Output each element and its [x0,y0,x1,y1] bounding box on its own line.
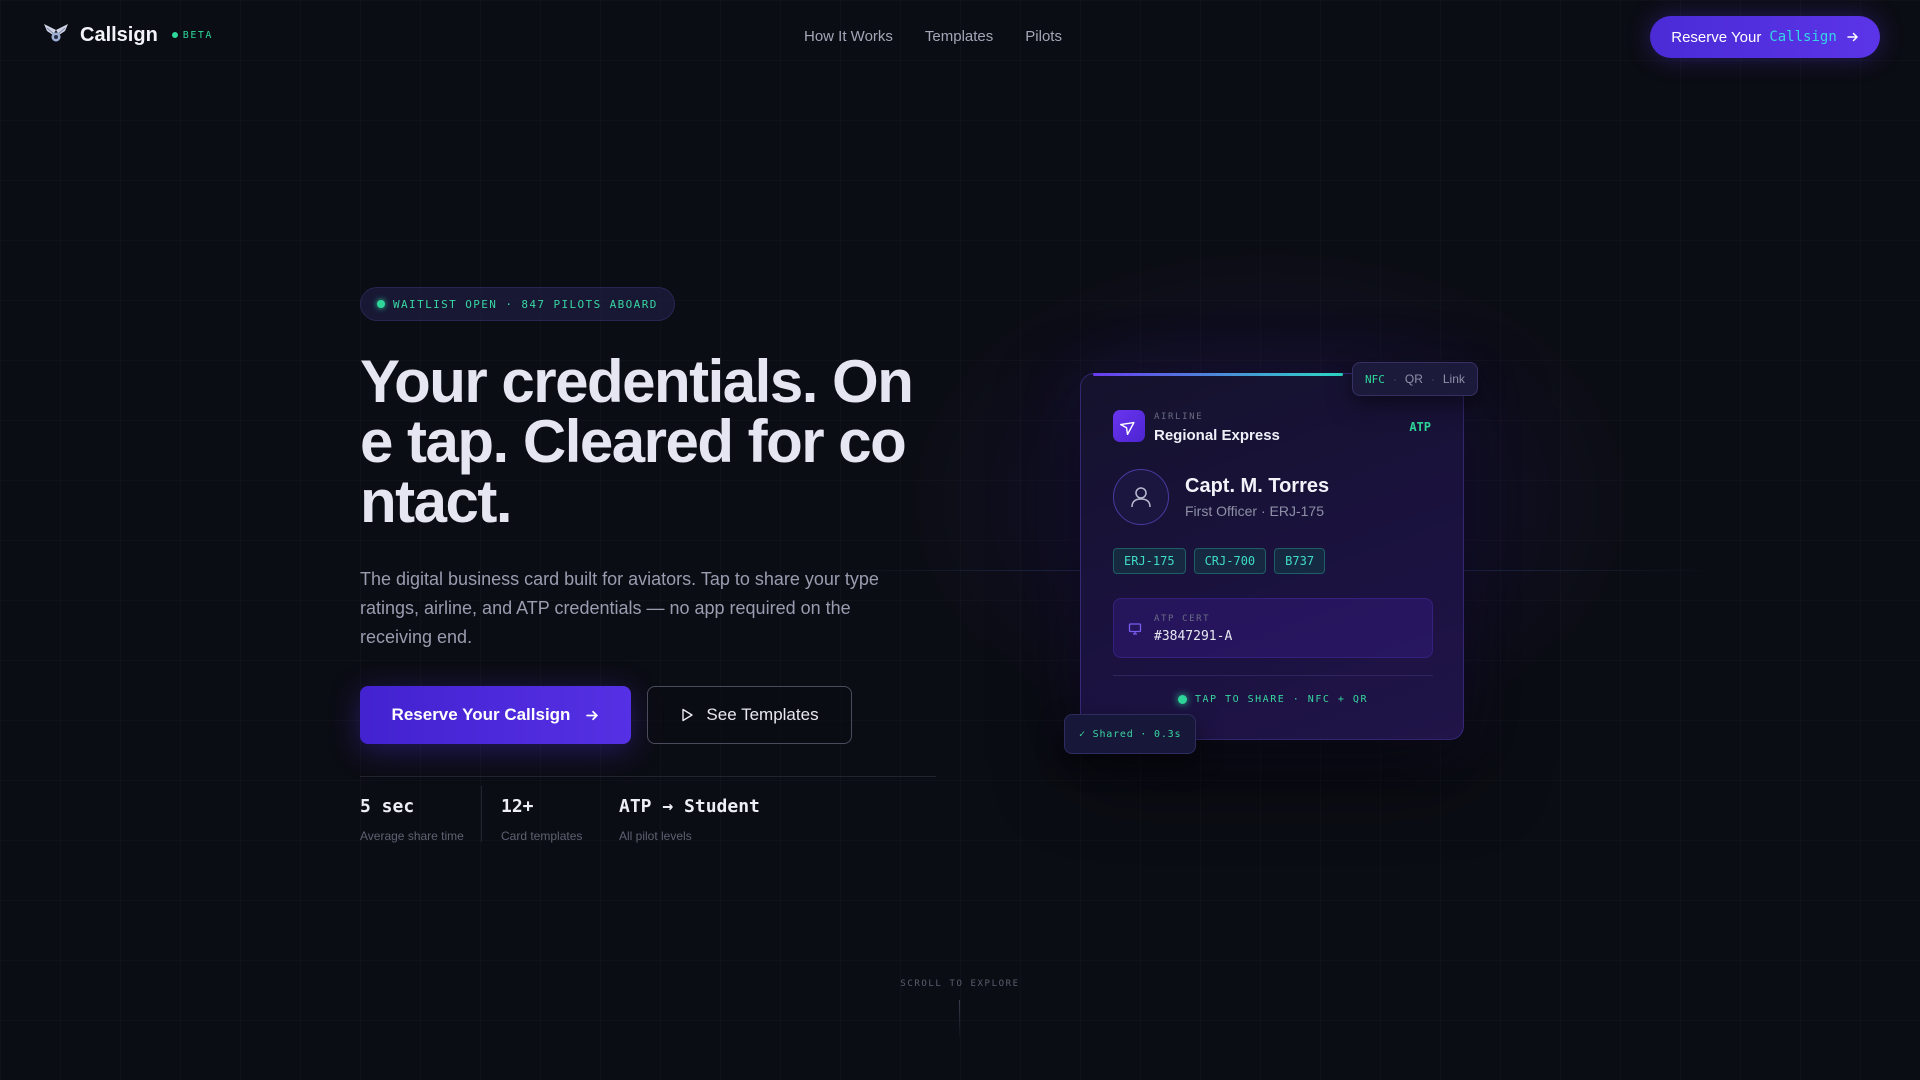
atp-cert-box: ATP CERT #3847291-A [1113,598,1433,658]
stat-share-time: 5 sec Average share time [360,796,464,843]
stat-templates: 12+ Card templates [501,796,582,843]
arrow-right-icon [1847,32,1858,42]
share-mode-tabs: NFC · QR · Link [1352,362,1478,396]
shared-toast: ✓ Shared · 0.3s [1064,714,1197,754]
see-templates-label: See Templates [706,705,819,724]
waitlist-badge: WAITLIST OPEN · 847 PILOTS ABOARD [360,287,675,321]
nav-links: How It Works Templates Pilots [804,28,1094,45]
pilot-name: Capt. M. Torres [1185,475,1330,497]
play-icon [682,708,694,722]
plane-icon [1120,421,1135,435]
pilot-role: First Officer · ERJ-175 [1185,503,1324,519]
landing-page: Callsign BETA How It Works Templates Pil… [0,0,1920,1080]
avatar [1113,469,1169,525]
stat-label: All pilot levels [619,829,692,843]
card-divider [1113,675,1433,676]
stats-divider [360,776,936,777]
tap-share-label: TAP TO SHARE · NFC + QR [1195,694,1368,705]
beta-dot-icon [171,32,178,38]
arrow-right-icon [586,710,599,720]
nav-cta-prefix: Reserve Your [1671,28,1762,46]
airline-kicker: AIRLINE [1154,412,1204,422]
stat-pilot-levels: ATP → Student All pilot levels [619,796,760,843]
see-templates-button[interactable]: See Templates [647,686,852,744]
airline-name: Regional Express [1154,427,1280,444]
waitlist-text: WAITLIST OPEN · 847 PILOTS ABOARD [393,297,658,311]
cert-number: #3847291-A [1154,629,1233,644]
type-rating-chip: CRJ-700 [1193,548,1267,574]
stat-label: Average share time [360,829,464,843]
wings-logo-icon [44,24,68,42]
type-ratings: ERJ-175 CRJ-700 B737 [1113,548,1333,574]
stat-value: 5 sec [360,796,415,817]
beta-label: BETA [182,29,213,41]
hero-subhead: The digital business card built for avia… [360,569,879,647]
top-nav: Callsign BETA How It Works Templates Pil… [0,0,1920,74]
pilot-card-preview: AIRLINE Regional Express ATP Capt. M. To… [1080,373,1464,740]
user-icon [1131,487,1151,508]
reserve-label: Reserve Your Callsign [391,705,571,724]
reserve-callsign-button[interactable]: Reserve Your Callsign [360,686,631,744]
level-badge: ATP [1409,420,1431,434]
nav-link-pilots[interactable]: Pilots [1025,28,1062,45]
mode-separator: · [1392,372,1397,386]
mode-separator: · [1430,372,1435,386]
airline-logo [1113,410,1145,442]
stat-value: ATP → Student [619,796,760,817]
nfc-dot-icon [1178,695,1187,704]
certificate-icon [1128,623,1142,635]
tap-to-share: TAP TO SHARE · NFC + QR [1081,694,1465,705]
card-accent-bar [1093,373,1343,376]
scroll-indicator-line [959,1000,960,1040]
nav-cta-callsign: Callsign [1769,29,1837,45]
nav-link-templates[interactable]: Templates [925,28,993,45]
beta-badge: BETA [171,29,213,41]
share-mode-qr[interactable]: QR [1405,372,1423,386]
scroll-hint[interactable]: SCROLL TO EXPLORE [900,979,1020,989]
brand[interactable]: Callsign BETA [42,22,213,48]
share-mode-link[interactable]: Link [1443,372,1465,386]
status-dot-icon [377,300,385,308]
type-rating-chip: B737 [1274,548,1326,574]
cert-kicker: ATP CERT [1154,614,1211,624]
type-rating-chip: ERJ-175 [1113,548,1186,574]
stat-separator [481,786,482,842]
stat-value: 12+ [501,796,534,817]
hero-headline: Your credentials. One tap. Cleared for c… [360,348,914,535]
brand-name: Callsign [80,23,158,46]
stat-label: Card templates [501,829,583,843]
nav-reserve-button[interactable]: Reserve Your Callsign [1650,16,1880,58]
share-mode-nfc[interactable]: NFC [1365,373,1385,386]
nav-link-how-it-works[interactable]: How It Works [804,28,893,45]
